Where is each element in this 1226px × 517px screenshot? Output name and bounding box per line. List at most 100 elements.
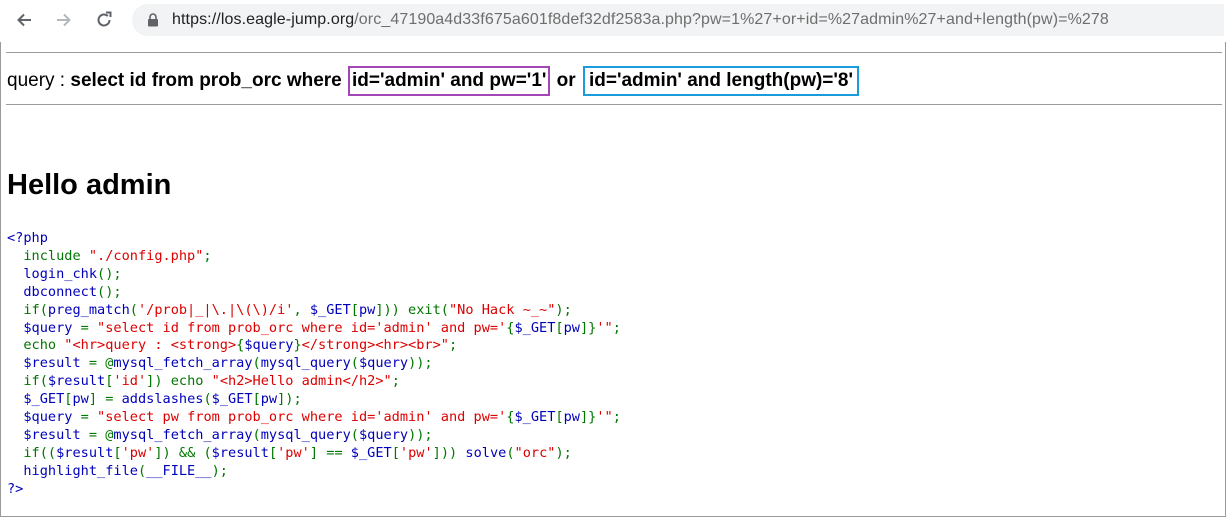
code-token: ,	[293, 301, 310, 318]
code-token: pw	[563, 319, 580, 336]
code-token: [	[555, 319, 564, 336]
code-line: if(($result['pw']) && ($result['pw'] == …	[7, 444, 571, 461]
code-token: $query	[358, 355, 409, 372]
code-token: (	[252, 355, 261, 372]
browser-toolbar: https://los.eagle-jump.org/orc_47190a4d3…	[0, 0, 1226, 42]
code-token: [	[391, 444, 400, 461]
code-token: '"	[596, 319, 613, 336]
code-token: (	[203, 391, 212, 408]
code-token: addslashes	[121, 391, 204, 408]
code-token: ]) && (	[154, 444, 212, 461]
code-token: ]);	[277, 391, 302, 408]
code-token: (	[252, 426, 261, 443]
code-line: $query = "select id from prob_orc where …	[7, 320, 621, 336]
code-lines: include "./config.php"; login_chk(); dbc…	[7, 248, 621, 479]
code-token: [	[268, 444, 278, 461]
code-token: $query	[244, 337, 294, 354]
code-token: (	[350, 426, 359, 443]
code-token: $result	[56, 444, 114, 461]
code-token: "./config.php"	[88, 247, 204, 264]
code-token: $_GET	[514, 409, 556, 426]
code-token: pw	[563, 409, 580, 426]
code-token: preg_match	[47, 301, 130, 318]
url-path: /orc_47190a4d33f675a601f8def32df2583a.ph…	[354, 11, 1109, 28]
code-token: $result	[211, 444, 269, 461]
code-token: );	[555, 301, 572, 318]
code-line: highlight_file(__FILE__);	[7, 463, 228, 479]
code-token: "orc"	[514, 444, 556, 461]
highlight-box-condition-1: id='admin' and pw='1'	[348, 66, 551, 96]
code-token: ] ==	[309, 444, 351, 461]
reload-button[interactable]	[90, 6, 118, 34]
code-token: ;	[203, 247, 212, 264]
code-token: $query	[358, 426, 409, 443]
code-token: ]))	[432, 444, 466, 461]
code-token: ;	[612, 409, 621, 426]
code-line: echo "<hr>query : <strong>{$query}</stro…	[7, 337, 457, 353]
query-or: or	[551, 70, 581, 91]
code-token: ;	[391, 373, 400, 390]
code-token: pw	[72, 391, 89, 408]
code-token: = @	[88, 355, 114, 372]
url-host: https://los.eagle-jump.org	[172, 11, 355, 28]
code-token: ));	[408, 355, 433, 372]
code-token: login_chk	[7, 265, 98, 282]
php-open-tag: <?php	[7, 230, 48, 246]
code-token: (	[350, 355, 359, 372]
code-token: =	[80, 409, 98, 426]
back-button[interactable]	[10, 6, 38, 34]
code-token: [	[555, 409, 564, 426]
code-token: 'id'	[113, 373, 147, 390]
php-close-tag: ?>	[7, 480, 24, 497]
code-token: highlight_file	[7, 462, 138, 479]
code-token: (	[137, 462, 147, 479]
back-arrow-icon	[17, 13, 31, 27]
code-token: (	[506, 444, 515, 461]
code-token: ])) exit(	[375, 301, 449, 318]
code-token: 'pw'	[121, 444, 155, 461]
code-line: login_chk();	[7, 265, 122, 282]
code-token: mysql_query	[260, 355, 351, 372]
bottom-rule	[6, 104, 1222, 105]
code-token: ]}	[579, 319, 597, 336]
code-line: if(preg_match('/prob|_|\.|\(\)/i', $_GET…	[7, 301, 572, 318]
code-token: "select id from prob_orc where id='admin…	[97, 319, 507, 336]
code-token: "<h2>Hello admin</h2>"	[211, 373, 392, 390]
code-line: $query = "select pw from prob_orc where …	[7, 409, 621, 425]
forward-button[interactable]	[50, 6, 78, 34]
address-bar[interactable]: https://los.eagle-jump.org/orc_47190a4d3…	[132, 4, 1224, 36]
url-text[interactable]: https://los.eagle-jump.org/orc_47190a4d3…	[172, 11, 1109, 29]
code-token: 'pw'	[399, 444, 433, 461]
code-line: $result = @mysql_fetch_array(mysql_query…	[7, 426, 432, 443]
code-token: dbconnect	[7, 283, 98, 300]
code-line: $_GET[pw] = addslashes($_GET[pw]);	[7, 391, 302, 408]
code-token: $_GET	[350, 444, 392, 461]
code-token: if(	[7, 301, 48, 318]
code-token: mysql_fetch_array	[113, 355, 253, 372]
code-line: dbconnect();	[7, 283, 121, 300]
code-token: ();	[97, 265, 122, 282]
code-line: include "./config.php";	[7, 247, 212, 264]
code-token: ] =	[88, 391, 122, 408]
code-token: $_GET	[211, 391, 253, 408]
code-token: [	[252, 391, 261, 408]
code-token: ]}	[579, 409, 597, 426]
code-token: $query	[7, 319, 81, 336]
query-line: query : select id from prob_orc where id…	[7, 66, 860, 96]
code-token: ;	[612, 319, 621, 336]
code-token: $query	[7, 409, 81, 426]
hello-heading: Hello admin	[7, 169, 172, 201]
code-token: echo	[7, 337, 65, 354]
query-statement: select id from prob_orc where id='admin'…	[70, 66, 860, 96]
code-token: mysql_fetch_array	[113, 426, 253, 443]
code-line: $result = @mysql_fetch_array(mysql_query…	[7, 355, 433, 372]
code-token: </strong><hr><br>"	[301, 337, 449, 354]
source-code: <?php include "./config.php"; login_chk(…	[7, 230, 621, 499]
code-token: (	[129, 301, 138, 318]
query-select: select id from prob_orc where	[70, 70, 348, 91]
code-token: '"	[596, 409, 613, 426]
code-token: if(	[7, 373, 48, 390]
code-token: =	[80, 319, 98, 336]
code-token: include	[7, 247, 89, 264]
code-token: "<hr>query : <strong>	[64, 337, 237, 354]
